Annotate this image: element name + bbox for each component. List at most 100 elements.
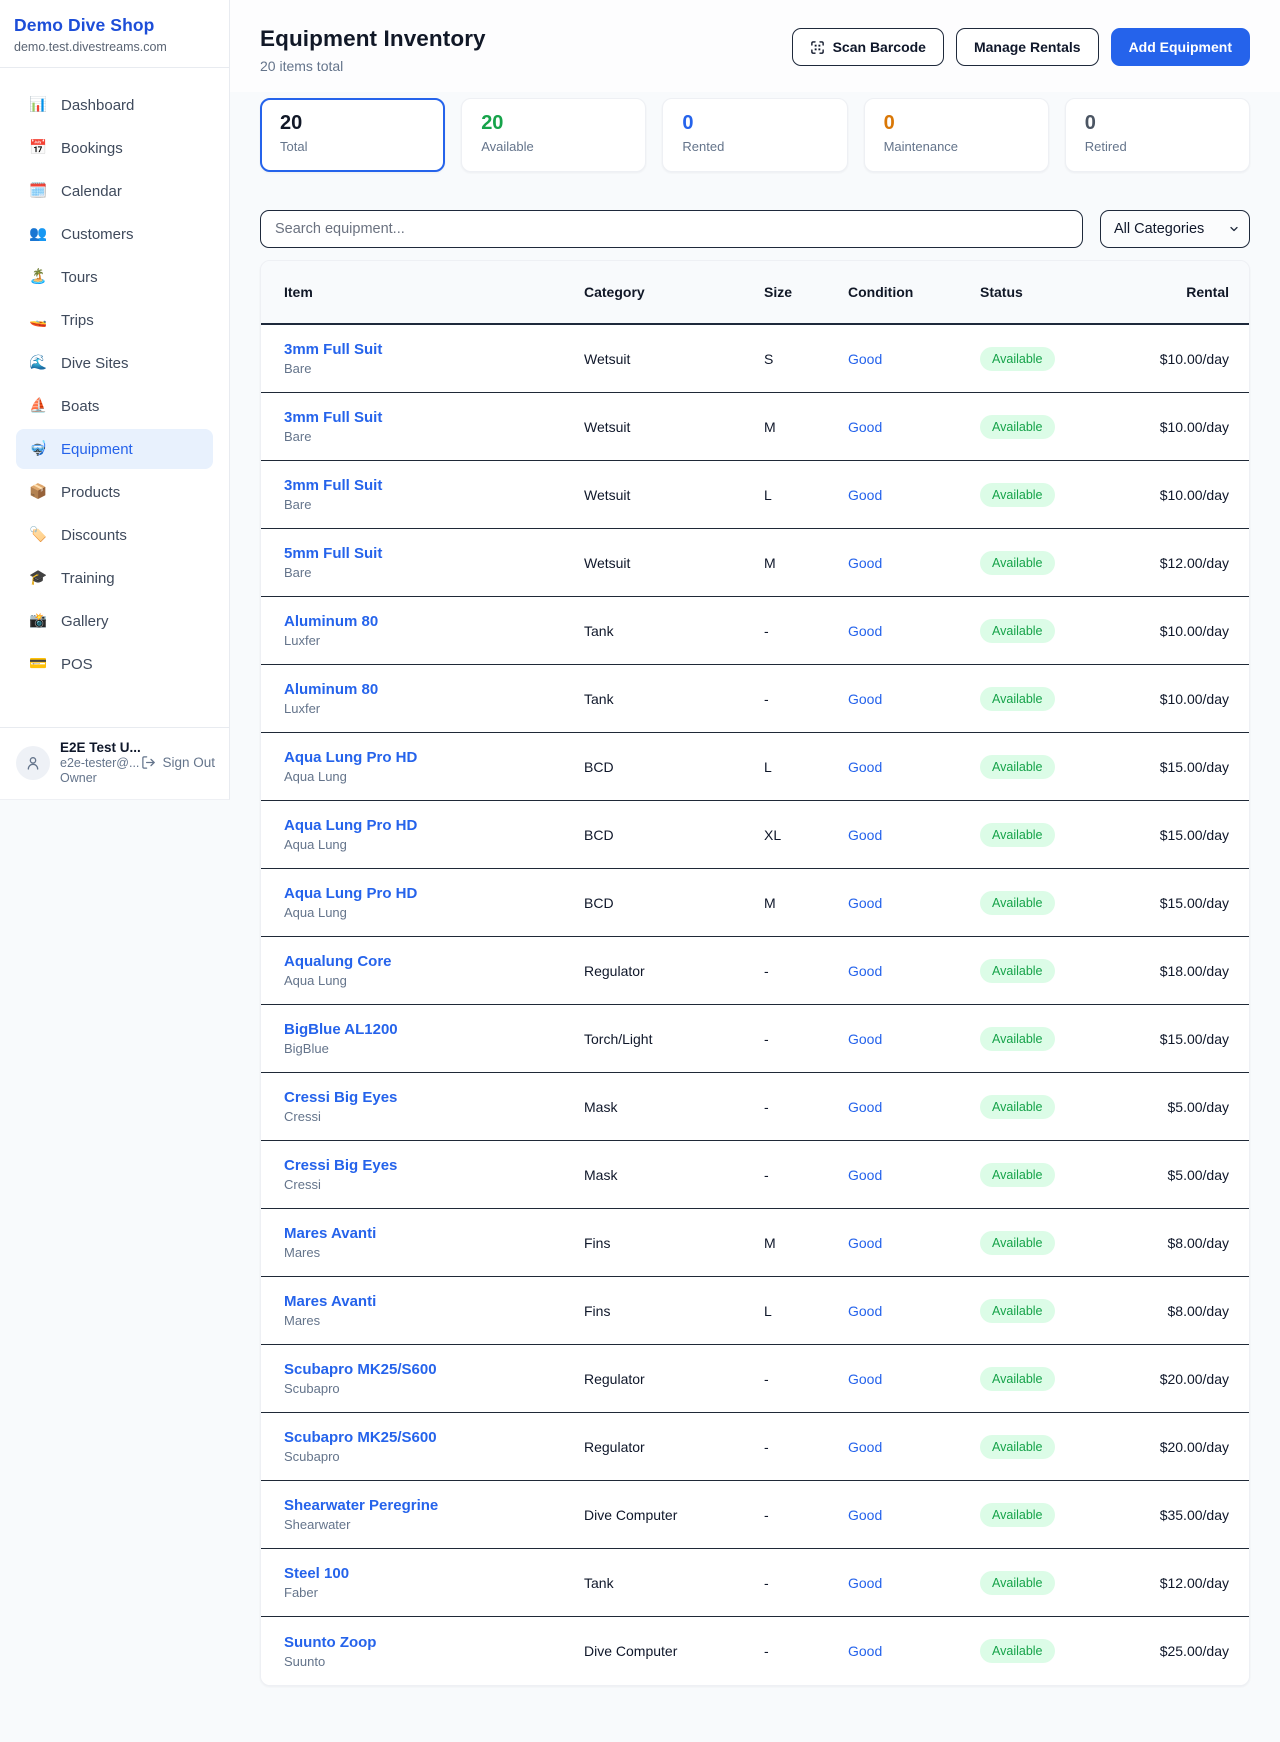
item-cell: Aluminum 80 Luxfer [284,613,584,648]
item-name-link[interactable]: 3mm Full Suit [284,341,584,358]
nav-item-icon: 🎓 [28,571,48,586]
item-name-link[interactable]: Scubapro MK25/S600 [284,1361,584,1378]
condition-link[interactable]: Good [848,1235,980,1251]
item-name-link[interactable]: Aluminum 80 [284,613,584,630]
category-cell: Wetsuit [584,351,764,367]
item-name-link[interactable]: Suunto Zoop [284,1634,584,1651]
rental-cell: $10.00/day [1140,351,1229,367]
size-cell: - [764,623,848,639]
manage-rentals-label: Manage Rentals [974,39,1081,55]
item-cell: Aqua Lung Pro HD Aqua Lung [284,817,584,852]
condition-link[interactable]: Good [848,1439,980,1455]
table-row: Shearwater Peregrine Shearwater Dive Com… [261,1481,1249,1549]
condition-link[interactable]: Good [848,1031,980,1047]
item-name-link[interactable]: Shearwater Peregrine [284,1497,584,1514]
sidebar-nav-item[interactable]: ⛵ Boats [16,386,213,426]
sign-out-button[interactable]: Sign Out [141,755,215,770]
rental-cell: $10.00/day [1140,623,1229,639]
status-badge: Available [980,1231,1055,1255]
condition-link[interactable]: Good [848,555,980,571]
item-name-link[interactable]: Aluminum 80 [284,681,584,698]
condition-link[interactable]: Good [848,1371,980,1387]
category-select[interactable]: All Categories [1100,210,1250,248]
size-cell: - [764,1167,848,1183]
add-equipment-button[interactable]: Add Equipment [1111,28,1250,66]
condition-link[interactable]: Good [848,1303,980,1319]
status-cell: Available [980,755,1140,779]
sidebar-nav-item[interactable]: 👥 Customers [16,214,213,254]
item-name-link[interactable]: Cressi Big Eyes [284,1157,584,1174]
status-badge: Available [980,1027,1055,1051]
status-cell: Available [980,483,1140,507]
stat-card[interactable]: 20 Total [260,98,445,172]
sidebar-nav-item[interactable]: 🗓️ Calendar [16,171,213,211]
item-cell: Mares Avanti Mares [284,1225,584,1260]
condition-link[interactable]: Good [848,691,980,707]
sidebar-nav-item[interactable]: 📊 Dashboard [16,85,213,125]
item-brand: Aqua Lung [284,769,584,784]
item-name-link[interactable]: Aqualung Core [284,953,584,970]
sidebar-nav-item[interactable]: 🚤 Trips [16,300,213,340]
search-input[interactable] [260,210,1083,248]
item-name-link[interactable]: BigBlue AL1200 [284,1021,584,1038]
sidebar-nav-item[interactable]: 🤿 Equipment [16,429,213,469]
condition-link[interactable]: Good [848,827,980,843]
manage-rentals-button[interactable]: Manage Rentals [956,28,1099,66]
sidebar-nav-item[interactable]: 📅 Bookings [16,128,213,168]
col-header-category: Category [584,284,764,300]
col-header-item: Item [284,284,584,300]
condition-link[interactable]: Good [848,1575,980,1591]
condition-link[interactable]: Good [848,963,980,979]
status-cell: Available [980,1571,1140,1595]
sidebar-nav-item[interactable]: 🎓 Training [16,558,213,598]
condition-link[interactable]: Good [848,759,980,775]
item-name-link[interactable]: 3mm Full Suit [284,409,584,426]
item-name-link[interactable]: Scubapro MK25/S600 [284,1429,584,1446]
condition-link[interactable]: Good [848,1167,980,1183]
category-cell: Fins [584,1303,764,1319]
item-cell: Shearwater Peregrine Shearwater [284,1497,584,1532]
condition-link[interactable]: Good [848,351,980,367]
user-email: e2e-tester@... [60,756,131,770]
status-badge: Available [980,755,1055,779]
sidebar-nav-item[interactable]: 📦 Products [16,472,213,512]
stat-card[interactable]: 0 Rented [662,98,847,172]
stat-card[interactable]: 20 Available [461,98,646,172]
sidebar-nav-item[interactable]: 🏝️ Tours [16,257,213,297]
item-name-link[interactable]: Mares Avanti [284,1293,584,1310]
condition-link[interactable]: Good [848,487,980,503]
item-name-link[interactable]: 5mm Full Suit [284,545,584,562]
item-name-link[interactable]: Steel 100 [284,1565,584,1582]
condition-link[interactable]: Good [848,1507,980,1523]
size-cell: - [764,691,848,707]
scan-barcode-button[interactable]: Scan Barcode [792,28,944,66]
brand-name[interactable]: Demo Dive Shop [14,15,213,36]
item-name-link[interactable]: Cressi Big Eyes [284,1089,584,1106]
item-name-link[interactable]: Mares Avanti [284,1225,584,1242]
sidebar-nav-item[interactable]: 🌊 Dive Sites [16,343,213,383]
size-cell: XL [764,827,848,843]
item-name-link[interactable]: Aqua Lung Pro HD [284,817,584,834]
sidebar-nav-item[interactable]: 📸 Gallery [16,601,213,641]
sidebar-nav-item[interactable]: 🏷️ Discounts [16,515,213,555]
item-brand: Luxfer [284,701,584,716]
nav-item-label: Bookings [61,140,123,157]
item-name-link[interactable]: Aqua Lung Pro HD [284,749,584,766]
status-badge: Available [980,1299,1055,1323]
size-cell: - [764,1099,848,1115]
nav-item-label: Customers [61,226,134,243]
stat-card[interactable]: 0 Maintenance [864,98,1049,172]
condition-link[interactable]: Good [848,895,980,911]
condition-link[interactable]: Good [848,1099,980,1115]
item-brand: Bare [284,565,584,580]
status-cell: Available [980,891,1140,915]
stat-card[interactable]: 0 Retired [1065,98,1250,172]
sidebar-nav-item[interactable]: 💳 POS [16,644,213,684]
condition-link[interactable]: Good [848,1643,980,1659]
item-cell: Steel 100 Faber [284,1565,584,1600]
user-box: E2E Test U... e2e-tester@... Owner Sign … [0,727,229,799]
condition-link[interactable]: Good [848,623,980,639]
item-name-link[interactable]: Aqua Lung Pro HD [284,885,584,902]
item-name-link[interactable]: 3mm Full Suit [284,477,584,494]
condition-link[interactable]: Good [848,419,980,435]
